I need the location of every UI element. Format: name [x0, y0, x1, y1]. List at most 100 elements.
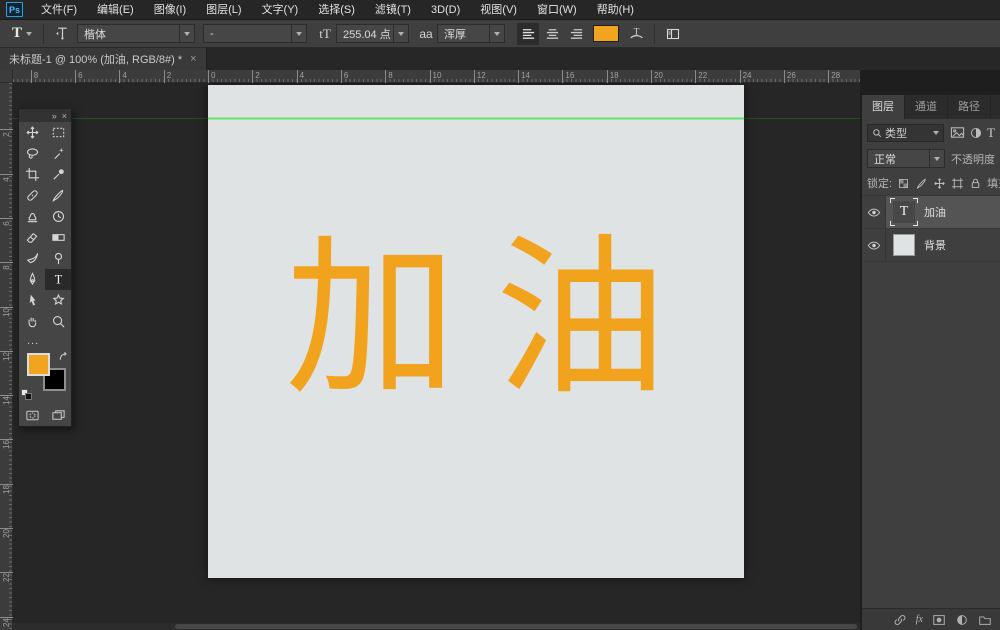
hand-tool[interactable] [19, 311, 45, 332]
custom-shape-tool[interactable] [45, 290, 71, 311]
layer-style-icon[interactable]: fx [916, 614, 923, 625]
chevron-down-icon[interactable] [489, 25, 504, 42]
type-tool-preset-icon: T [12, 25, 22, 42]
layer-filter-select[interactable]: 类型 [867, 124, 944, 142]
edit-toolbar-button[interactable]: ... [19, 332, 71, 350]
ruler-number: 2 [252, 70, 259, 83]
menu-item-3[interactable]: 图层(L) [196, 0, 251, 20]
layer-row-text[interactable]: T 加油 [862, 196, 1000, 229]
hand-tool-icon [25, 314, 40, 329]
menu-item-9[interactable]: 窗口(W) [527, 0, 587, 20]
tab-layers[interactable]: 图层 [862, 95, 905, 119]
lock-all-icon[interactable] [969, 177, 982, 190]
lasso-tool[interactable] [19, 143, 45, 164]
layer-visibility-toggle[interactable] [862, 196, 886, 228]
menu-item-8[interactable]: 视图(V) [470, 0, 527, 20]
font-style-select[interactable]: - [203, 24, 307, 43]
link-layers-icon[interactable] [893, 613, 907, 627]
background-layer-thumbnail[interactable] [893, 234, 915, 256]
text-orientation-toggle-icon[interactable] [51, 23, 73, 45]
adjustment-layer-icon[interactable] [955, 613, 969, 627]
tab-paths[interactable]: 路径 [948, 95, 991, 119]
swap-colors-icon[interactable] [58, 351, 69, 362]
warp-text-icon[interactable]: T [625, 23, 647, 45]
menu-item-2[interactable]: 图像(I) [144, 0, 196, 20]
smudge-tool[interactable] [19, 248, 45, 269]
foreground-color-swatch[interactable] [27, 353, 50, 376]
eyedropper-tool[interactable] [45, 164, 71, 185]
quick-mask-icon[interactable] [25, 408, 40, 423]
tool-preset-picker[interactable]: T [8, 25, 36, 42]
toggle-panels-icon[interactable] [662, 23, 684, 45]
pen-tool-icon [25, 272, 40, 287]
align-left-button[interactable] [517, 23, 539, 45]
align-right-button[interactable] [565, 23, 587, 45]
document-tab-bar: 未标题-1 @ 100% (加油, RGB/8#) * × [0, 48, 1000, 70]
layer-row-background[interactable]: 背景 [862, 229, 1000, 262]
lock-transparency-icon[interactable] [897, 177, 910, 190]
blend-mode-select[interactable]: 正常 [867, 149, 945, 168]
lock-pixels-icon[interactable] [915, 177, 928, 190]
layer-visibility-toggle[interactable] [862, 229, 886, 261]
ruler-number: 16 [562, 70, 574, 83]
text-layer-thumbnail[interactable]: T [893, 201, 915, 223]
path-selection-tool[interactable] [19, 290, 45, 311]
lock-artboard-icon[interactable] [951, 177, 964, 190]
zoom-tool[interactable] [45, 311, 71, 332]
screen-mode-icon[interactable] [51, 408, 66, 423]
move-tool[interactable] [19, 122, 45, 143]
menu-item-1[interactable]: 编辑(E) [87, 0, 144, 20]
close-icon[interactable]: × [62, 111, 67, 121]
menu-item-6[interactable]: 滤镜(T) [365, 0, 421, 20]
layer-mask-icon[interactable] [932, 613, 946, 627]
anti-alias-select[interactable]: 浑厚 [437, 24, 505, 43]
document-tab[interactable]: 未标题-1 @ 100% (加油, RGB/8#) * × [0, 48, 207, 70]
tool-grid: T [19, 122, 71, 332]
text-color-swatch[interactable] [593, 25, 619, 42]
ruler-number: 0 [208, 70, 215, 83]
lock-position-icon[interactable] [933, 177, 946, 190]
layer-name[interactable]: 背景 [924, 237, 946, 253]
collapse-panel-icon[interactable]: » [52, 111, 57, 121]
eraser-tool[interactable] [19, 227, 45, 248]
menu-item-5[interactable]: 选择(S) [308, 0, 365, 20]
horizontal-ruler: 86420246810121416182022242628 [13, 70, 860, 83]
filter-type-layers-icon[interactable]: T [987, 125, 995, 141]
document-window: 86420246810121416182022242628 2468101214… [0, 70, 860, 630]
quick-selection-tool[interactable] [45, 143, 71, 164]
gradient-tool[interactable] [45, 227, 71, 248]
menu-item-0[interactable]: 文件(F) [31, 0, 87, 20]
close-icon[interactable]: × [190, 53, 196, 65]
new-group-icon[interactable] [978, 613, 992, 627]
layer-name[interactable]: 加油 [924, 204, 946, 220]
font-family-select[interactable]: 楷体 [77, 24, 195, 43]
filter-pixel-layers-icon[interactable] [950, 125, 965, 140]
font-size-select[interactable]: 255.04 点 [336, 24, 394, 43]
clone-stamp-tool[interactable] [19, 206, 45, 227]
history-brush-tool[interactable] [45, 206, 71, 227]
chevron-down-icon[interactable] [291, 25, 306, 42]
filter-adjustment-layers-icon[interactable] [969, 126, 983, 140]
font-size-icon: tT [314, 23, 336, 45]
dodge-tool[interactable] [45, 248, 71, 269]
menu-item-10[interactable]: 帮助(H) [587, 0, 644, 20]
align-center-button[interactable] [541, 23, 563, 45]
default-colors-icon[interactable] [21, 389, 33, 401]
type-tool-icon: T [51, 272, 66, 287]
chevron-down-icon[interactable] [179, 25, 194, 42]
canvas[interactable]: 加油 [208, 85, 744, 578]
menu-item-7[interactable]: 3D(D) [421, 0, 470, 20]
type-tool[interactable]: T [45, 269, 71, 290]
crop-tool[interactable] [19, 164, 45, 185]
guide-line[interactable] [208, 117, 744, 120]
rectangular-marquee-tool[interactable] [45, 122, 71, 143]
pen-tool[interactable] [19, 269, 45, 290]
brush-tool[interactable] [45, 185, 71, 206]
ruler-number: 22 [0, 572, 13, 584]
healing-brush-tool[interactable] [19, 185, 45, 206]
layers-panel-footer: fx [862, 608, 1000, 630]
menu-item-4[interactable]: 文字(Y) [252, 0, 309, 20]
horizontal-scrollbar-thumb[interactable] [175, 624, 857, 629]
tab-channels[interactable]: 通道 [905, 95, 948, 119]
font-size-dropdown-button[interactable] [394, 24, 409, 43]
